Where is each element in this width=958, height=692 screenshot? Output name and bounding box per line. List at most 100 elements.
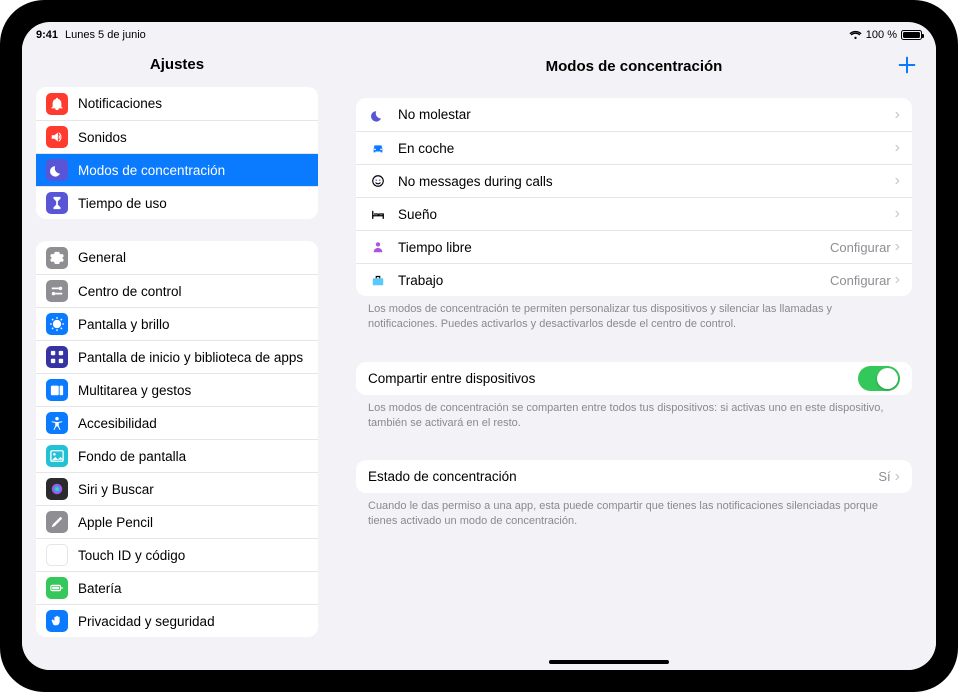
sidebar-item[interactable]: Privacidad y seguridad	[36, 604, 318, 637]
moon-icon	[368, 108, 388, 122]
focus-mode-label: No molestar	[398, 107, 895, 122]
hand-icon	[50, 614, 64, 628]
bed-icon	[371, 207, 385, 221]
sidebar-item-label: Tiempo de uso	[78, 196, 167, 211]
moon-icon	[50, 163, 64, 177]
share-label: Compartir entre dispositivos	[368, 371, 858, 386]
sidebar-scroll[interactable]: Notificaciones SonidosModos de concentrac…	[22, 87, 332, 670]
focus-status-value: Sí	[878, 469, 890, 484]
sidebar-item-label: Pantalla de inicio y biblioteca de apps	[78, 350, 303, 365]
speaker-icon	[46, 126, 68, 148]
wifi-icon	[849, 30, 862, 40]
sidebar-item[interactable]: Notificaciones	[36, 87, 318, 120]
sidebar-item[interactable]: Pantalla y brillo	[36, 307, 318, 340]
apps-grid-icon	[46, 346, 68, 368]
multitask-icon	[46, 379, 68, 401]
ipad-frame: 9:41 Lunes 5 de junio 100 % Ajustes Noti…	[0, 0, 958, 692]
car-icon	[368, 141, 388, 155]
toggles-icon	[46, 280, 68, 302]
car-icon	[371, 141, 385, 155]
share-across-devices-row[interactable]: Compartir entre dispositivos	[356, 362, 912, 395]
detail-header: Modos de concentración	[332, 44, 936, 88]
share-group: Compartir entre dispositivos	[356, 362, 912, 395]
add-focus-button[interactable]	[896, 54, 918, 81]
hourglass-icon	[46, 192, 68, 214]
sidebar-item-label: Siri y Buscar	[78, 482, 154, 497]
chevron-right-icon: ›	[895, 272, 900, 288]
sidebar-item[interactable]: Siri y Buscar	[36, 472, 318, 505]
sidebar-item-label: Pantalla y brillo	[78, 317, 170, 332]
focus-mode-label: En coche	[398, 141, 895, 156]
sidebar-item[interactable]: Modos de concentración	[36, 153, 318, 186]
accessibility-icon	[50, 416, 64, 430]
share-footer: Los modos de concentración se comparten …	[356, 395, 912, 431]
fingerprint-icon	[50, 548, 64, 562]
sidebar-item-label: Centro de control	[78, 284, 182, 299]
sidebar-item-label: Notificaciones	[78, 96, 162, 111]
brightness-icon	[46, 313, 68, 335]
focus-mode-row[interactable]: En coche›	[356, 131, 912, 164]
sidebar-item-label: Batería	[78, 581, 122, 596]
sidebar-item[interactable]: General	[36, 241, 318, 274]
sidebar-item-label: General	[78, 250, 126, 265]
sidebar-item-label: Multitarea y gestos	[78, 383, 191, 398]
focus-modes-footer: Los modos de concentración te permiten p…	[356, 296, 912, 332]
toggles-icon	[50, 284, 64, 298]
sidebar-item[interactable]: Centro de control	[36, 274, 318, 307]
pencil-icon	[46, 511, 68, 533]
gear-icon	[50, 251, 64, 265]
sidebar-item-label: Privacidad y seguridad	[78, 614, 215, 629]
chevron-right-icon: ›	[895, 206, 900, 222]
person-icon	[368, 240, 388, 254]
detail-pane: Modos de concentración No molestar›En co…	[332, 44, 936, 670]
focus-mode-label: No messages during calls	[398, 174, 895, 189]
sidebar-item[interactable]: Fondo de pantalla	[36, 439, 318, 472]
sidebar-item[interactable]: Multitarea y gestos	[36, 373, 318, 406]
sidebar-item-label: Accesibilidad	[78, 416, 157, 431]
apps-grid-icon	[50, 350, 64, 364]
smiley-icon	[368, 174, 388, 188]
focus-mode-value: Configurar	[830, 240, 891, 255]
siri-icon	[50, 482, 64, 496]
sidebar-item-label: Apple Pencil	[78, 515, 153, 530]
focus-mode-row[interactable]: No messages during calls›	[356, 164, 912, 197]
home-indicator	[549, 660, 669, 664]
multitask-icon	[50, 383, 64, 397]
sidebar-item[interactable]: Accesibilidad	[36, 406, 318, 439]
sidebar-item[interactable]: Pantalla de inicio y biblioteca de apps	[36, 340, 318, 373]
sidebar-item[interactable]: Apple Pencil	[36, 505, 318, 538]
bell-icon	[46, 93, 68, 115]
focus-mode-row[interactable]: Tiempo libreConfigurar›	[356, 230, 912, 263]
sidebar-item[interactable]: Touch ID y código	[36, 538, 318, 571]
focus-mode-row[interactable]: TrabajoConfigurar›	[356, 263, 912, 296]
wallpaper-icon	[50, 449, 64, 463]
share-toggle[interactable]	[858, 366, 900, 391]
focus-mode-row[interactable]: No molestar›	[356, 98, 912, 131]
sidebar-item[interactable]: Batería	[36, 571, 318, 604]
detail-title: Modos de concentración	[546, 58, 723, 75]
battery-icon	[50, 581, 64, 595]
status-group: Estado de concentración Sí ›	[356, 460, 912, 493]
hand-icon	[46, 610, 68, 632]
sidebar-item[interactable]: Sonidos	[36, 120, 318, 153]
brightness-icon	[50, 317, 64, 331]
sidebar-group-1: Notificaciones SonidosModos de concentrac…	[36, 87, 318, 219]
sidebar-group-2: General Centro de control Pantalla y brill…	[36, 241, 318, 637]
sidebar-item[interactable]: Tiempo de uso	[36, 186, 318, 219]
accessibility-icon	[46, 412, 68, 434]
focus-mode-label: Tiempo libre	[398, 240, 830, 255]
focus-status-row[interactable]: Estado de concentración Sí ›	[356, 460, 912, 493]
focus-mode-label: Trabajo	[398, 273, 830, 288]
speaker-icon	[50, 130, 64, 144]
focus-status-label: Estado de concentración	[368, 469, 878, 484]
status-footer: Cuando le das permiso a una app, esta pu…	[356, 493, 912, 529]
status-battery-pct: 100 %	[866, 29, 897, 41]
fingerprint-icon	[46, 544, 68, 566]
focus-mode-row[interactable]: Sueño›	[356, 197, 912, 230]
pencil-icon	[50, 515, 64, 529]
chevron-right-icon: ›	[895, 173, 900, 189]
detail-scroll[interactable]: No molestar›En coche›No messages during …	[332, 88, 936, 670]
chevron-right-icon: ›	[895, 469, 900, 485]
sidebar-item-label: Touch ID y código	[78, 548, 185, 563]
siri-icon	[46, 478, 68, 500]
